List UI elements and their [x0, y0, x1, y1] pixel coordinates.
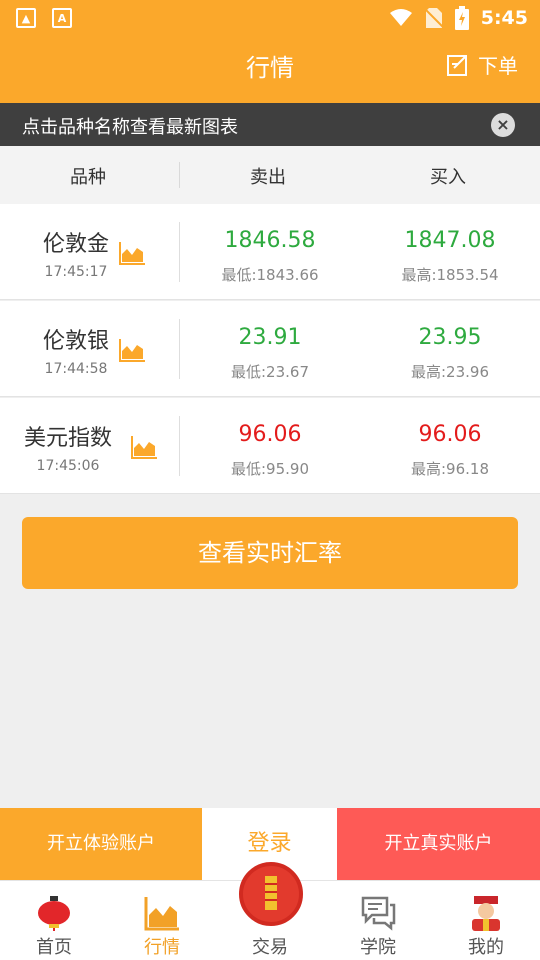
order-label: 下单 — [478, 54, 518, 78]
quote-time: 17:45:06 — [36, 458, 100, 474]
tab-label: 首页 — [36, 937, 72, 958]
tab-home[interactable]: 首页 — [0, 881, 108, 960]
status-bar: ▲ A 5:45 — [0, 0, 540, 38]
tab-label: 行情 — [144, 937, 180, 958]
font-icon: A — [52, 8, 72, 28]
tab-academy[interactable]: 学院 — [324, 881, 432, 960]
tab-market[interactable]: 行情 — [108, 881, 216, 960]
buy-price: 1847.08 — [404, 228, 496, 253]
high-price: 最高:1853.54 — [401, 266, 499, 284]
close-icon[interactable]: × — [491, 113, 515, 137]
tab-label: 交易 — [252, 937, 288, 958]
column-header-buy: 买入 — [430, 167, 466, 188]
column-divider — [179, 162, 180, 188]
tip-bar: 点击品种名称查看最新图表 × — [0, 103, 540, 146]
edit-icon — [447, 54, 467, 76]
gallery-icon: ▲ — [16, 8, 36, 28]
column-header-sell: 卖出 — [250, 167, 286, 188]
high-price: 最高:96.18 — [411, 460, 489, 478]
battery-icon — [454, 6, 469, 30]
status-time: 5:45 — [480, 7, 528, 29]
tab-label: 学院 — [360, 937, 396, 958]
view-exchange-rate-button[interactable]: 查看实时汇率 — [22, 517, 518, 589]
order-button[interactable]: 下单 — [446, 50, 518, 79]
firecracker-glyph — [265, 876, 277, 910]
chart-icon[interactable] — [118, 240, 146, 266]
sell-price: 96.06 — [238, 422, 302, 447]
chart-icon — [144, 897, 179, 931]
lantern-icon — [38, 896, 70, 931]
quote-time: 17:45:17 — [44, 264, 108, 280]
buy-price: 96.06 — [418, 422, 482, 447]
open-real-account-button[interactable]: 开立真实账户 — [337, 808, 540, 880]
table-row[interactable]: 美元指数 17:45:06 96.06 最低:95.90 96.06 最高:96… — [0, 398, 540, 494]
tab-mine[interactable]: 我的 — [432, 881, 540, 960]
app-bar: 行情 下单 — [0, 38, 540, 103]
quote-time: 17:44:58 — [44, 361, 108, 377]
tab-label: 我的 — [468, 937, 504, 958]
chat-icon — [361, 896, 396, 931]
table-row[interactable]: 伦敦金 17:45:17 1846.58 最低:1843.66 1847.08 … — [0, 204, 540, 300]
wifi-icon — [389, 9, 412, 26]
chart-icon[interactable] — [130, 434, 158, 460]
low-price: 最低:1843.66 — [221, 266, 319, 284]
high-price: 最高:23.96 — [411, 363, 489, 381]
firecracker-icon[interactable] — [239, 862, 303, 926]
chart-icon[interactable] — [118, 337, 146, 363]
tip-text: 点击品种名称查看最新图表 — [22, 117, 238, 138]
table-row[interactable]: 伦敦银 17:44:58 23.91 最低:23.67 23.95 最高:23.… — [0, 301, 540, 397]
table-header: 品种 卖出 买入 — [0, 146, 540, 204]
sell-price: 1846.58 — [224, 228, 316, 253]
low-price: 最低:95.90 — [231, 460, 309, 478]
buy-price: 23.95 — [418, 325, 482, 350]
sell-price: 23.91 — [238, 325, 302, 350]
low-price: 最低:23.67 — [231, 363, 309, 381]
no-sim-icon — [424, 8, 443, 28]
column-header-product: 品种 — [70, 167, 106, 188]
fortune-god-icon — [472, 896, 500, 931]
open-trial-account-button[interactable]: 开立体验账户 — [0, 808, 202, 880]
